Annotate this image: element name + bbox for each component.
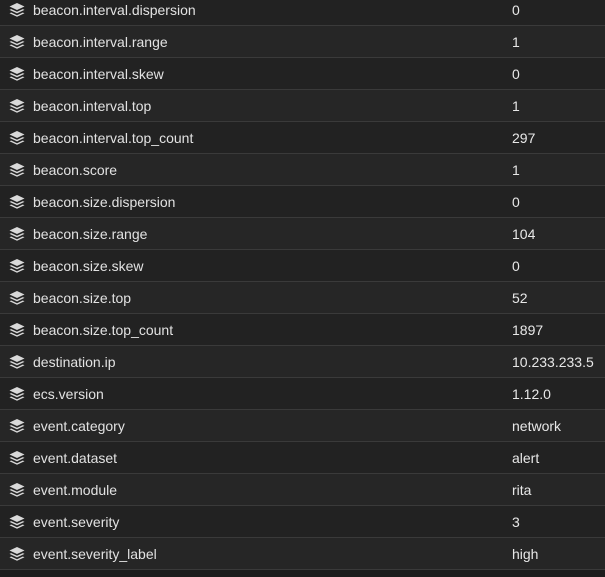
field-name[interactable]: beacon.interval.top_count (33, 130, 193, 146)
table-row[interactable]: event.severity_label high (0, 538, 605, 570)
table-row[interactable]: event.category network (0, 410, 605, 442)
field-name[interactable]: ecs.version (33, 386, 104, 402)
layers-icon[interactable] (7, 512, 27, 532)
field-value[interactable]: alert (503, 450, 605, 466)
layers-icon[interactable] (7, 256, 27, 276)
field-value[interactable]: 52 (503, 290, 605, 306)
field-name[interactable]: beacon.interval.dispersion (33, 2, 196, 18)
field-cell[interactable]: beacon.interval.range (0, 32, 503, 52)
field-value[interactable]: rita (503, 482, 605, 498)
layers-icon[interactable] (7, 32, 27, 52)
field-value[interactable]: 1897 (503, 322, 605, 338)
field-value[interactable]: 0 (503, 66, 605, 82)
field-value[interactable]: 297 (503, 130, 605, 146)
table-row[interactable]: beacon.size.skew 0 (0, 250, 605, 282)
field-cell[interactable]: beacon.size.dispersion (0, 192, 503, 212)
table-row[interactable]: event.severity 3 (0, 506, 605, 538)
table-row[interactable]: beacon.size.top_count 1897 (0, 314, 605, 346)
field-value[interactable]: network (503, 418, 605, 434)
table-row[interactable]: event.dataset alert (0, 442, 605, 474)
table-row[interactable]: beacon.interval.skew 0 (0, 58, 605, 90)
field-name[interactable]: beacon.size.dispersion (33, 194, 175, 210)
field-cell[interactable]: beacon.interval.skew (0, 64, 503, 84)
layers-icon[interactable] (7, 64, 27, 84)
field-cell[interactable]: beacon.size.top (0, 288, 503, 308)
table-row[interactable]: destination.ip 10.233.233.5 (0, 346, 605, 378)
field-name[interactable]: beacon.size.skew (33, 258, 144, 274)
field-name[interactable]: destination.ip (33, 354, 116, 370)
table-row[interactable]: beacon.interval.range 1 (0, 26, 605, 58)
field-value[interactable]: 1.12.0 (503, 386, 605, 402)
field-cell[interactable]: event.category (0, 416, 503, 436)
table-row[interactable]: beacon.interval.dispersion 0 (0, 0, 605, 26)
table-row[interactable]: beacon.score 1 (0, 154, 605, 186)
field-name[interactable]: beacon.score (33, 162, 117, 178)
layers-icon[interactable] (7, 192, 27, 212)
table-row[interactable]: beacon.size.top 52 (0, 282, 605, 314)
layers-icon[interactable] (7, 0, 27, 20)
field-cell[interactable]: event.module (0, 480, 503, 500)
layers-icon[interactable] (7, 448, 27, 468)
field-value[interactable]: 1 (503, 162, 605, 178)
field-name[interactable]: event.severity (33, 514, 119, 530)
field-cell[interactable]: beacon.interval.top (0, 96, 503, 116)
field-name[interactable]: event.dataset (33, 450, 117, 466)
field-cell[interactable]: beacon.size.skew (0, 256, 503, 276)
field-name[interactable]: event.severity_label (33, 546, 157, 562)
field-name[interactable]: beacon.size.top_count (33, 322, 173, 338)
layers-icon[interactable] (7, 352, 27, 372)
field-cell[interactable]: beacon.score (0, 160, 503, 180)
layers-icon[interactable] (7, 288, 27, 308)
table-row[interactable]: event.module rita (0, 474, 605, 506)
field-cell[interactable]: beacon.interval.dispersion (0, 0, 503, 20)
table-row[interactable]: beacon.interval.top_count 297 (0, 122, 605, 154)
field-value[interactable]: 3 (503, 514, 605, 530)
field-value[interactable]: 1 (503, 34, 605, 50)
layers-icon[interactable] (7, 320, 27, 340)
layers-icon[interactable] (7, 224, 27, 244)
field-cell[interactable]: event.severity (0, 512, 503, 532)
field-value[interactable]: 0 (503, 2, 605, 18)
table-row[interactable]: beacon.size.dispersion 0 (0, 186, 605, 218)
field-name[interactable]: beacon.interval.top (33, 98, 151, 114)
field-value[interactable]: 0 (503, 258, 605, 274)
field-value[interactable]: 10.233.233.5 (503, 354, 605, 370)
layers-icon[interactable] (7, 384, 27, 404)
table-row[interactable]: ecs.version 1.12.0 (0, 378, 605, 410)
field-value[interactable]: 1 (503, 98, 605, 114)
field-name[interactable]: event.category (33, 418, 125, 434)
field-value[interactable]: high (503, 546, 605, 562)
layers-icon[interactable] (7, 128, 27, 148)
field-name[interactable]: beacon.size.range (33, 226, 147, 242)
layers-icon[interactable] (7, 544, 27, 564)
field-value-table: beacon.interval.dispersion 0 beacon.inte… (0, 0, 605, 570)
table-row[interactable]: beacon.size.range 104 (0, 218, 605, 250)
field-cell[interactable]: beacon.size.top_count (0, 320, 503, 340)
field-cell[interactable]: beacon.interval.top_count (0, 128, 503, 148)
field-name[interactable]: beacon.size.top (33, 290, 131, 306)
field-name[interactable]: beacon.interval.range (33, 34, 168, 50)
field-name[interactable]: beacon.interval.skew (33, 66, 164, 82)
field-cell[interactable]: destination.ip (0, 352, 503, 372)
layers-icon[interactable] (7, 160, 27, 180)
field-cell[interactable]: ecs.version (0, 384, 503, 404)
table-row[interactable]: beacon.interval.top 1 (0, 90, 605, 122)
field-value[interactable]: 104 (503, 226, 605, 242)
layers-icon[interactable] (7, 480, 27, 500)
layers-icon[interactable] (7, 96, 27, 116)
field-cell[interactable]: event.severity_label (0, 544, 503, 564)
field-name[interactable]: event.module (33, 482, 117, 498)
layers-icon[interactable] (7, 416, 27, 436)
field-cell[interactable]: event.dataset (0, 448, 503, 468)
field-cell[interactable]: beacon.size.range (0, 224, 503, 244)
field-value[interactable]: 0 (503, 194, 605, 210)
